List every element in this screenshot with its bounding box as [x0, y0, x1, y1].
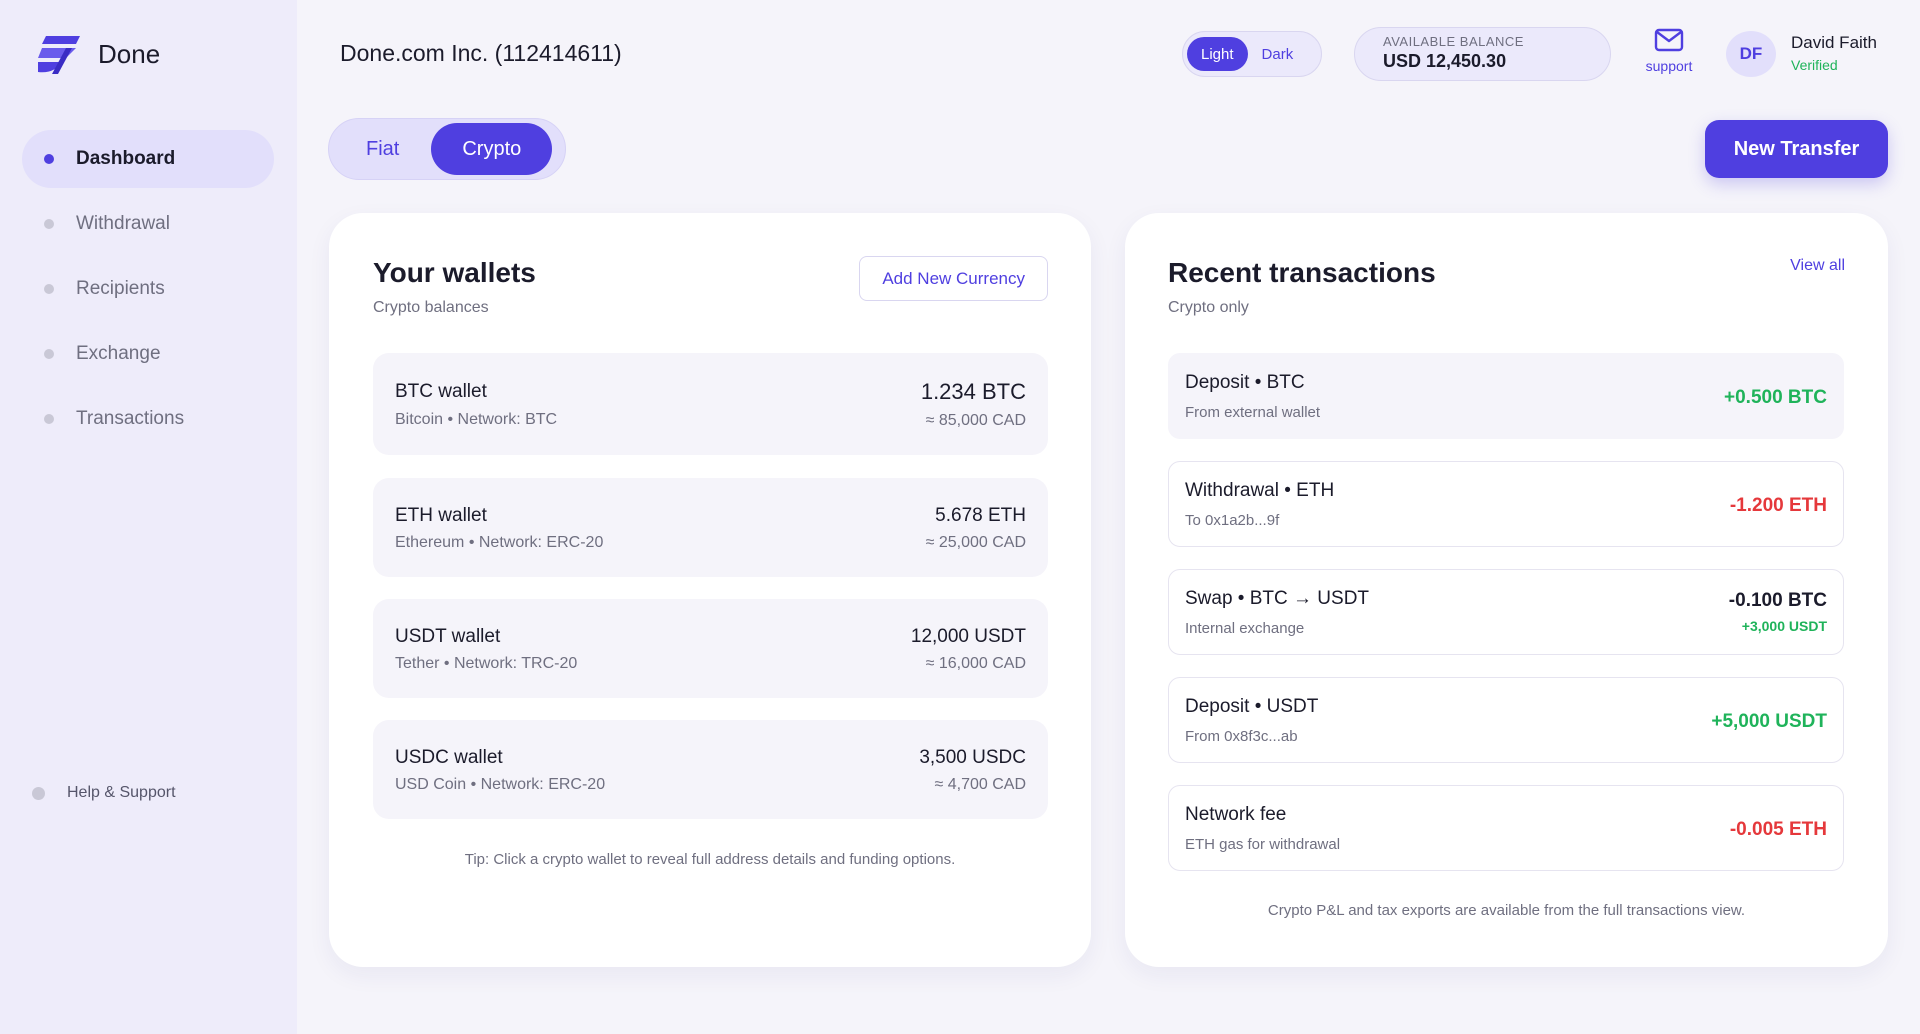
wallet-name: USDC wallet: [395, 747, 503, 768]
sidebar-item-label: Exchange: [76, 343, 161, 364]
transaction-subtitle: Internal exchange: [1185, 620, 1305, 637]
wallet-fiat-value: ≈ 16,000 CAD: [925, 655, 1026, 672]
transaction-amount-secondary: +3,000 USDT: [1741, 618, 1827, 634]
sidebar-item-transactions[interactable]: Transactions: [22, 390, 274, 448]
wallet-fiat-value: ≈ 4,700 CAD: [934, 776, 1027, 793]
theme-light-option[interactable]: Light: [1187, 37, 1248, 71]
transaction-row[interactable]: Withdrawal • ETH To 0x1a2b...9f -1.200 E…: [1168, 461, 1844, 547]
wallets-card: Your wallets Crypto balances Add New Cur…: [329, 213, 1091, 967]
transaction-row[interactable]: Swap • BTC → USDT Internal exchange -0.1…: [1168, 569, 1844, 655]
balance-value: USD 12,450.30: [1383, 51, 1507, 71]
dot-icon: [44, 284, 54, 294]
wallet-usdt[interactable]: USDT wallet Tether • Network: TRC-20 12,…: [373, 599, 1048, 698]
balance-label: AVAILABLE BALANCE: [1383, 34, 1524, 49]
transaction-subtitle: From 0x8f3c...ab: [1185, 728, 1298, 745]
wallet-amount: 12,000 USDT: [910, 626, 1026, 647]
dot-icon: [44, 349, 54, 359]
wallet-fiat-value: ≈ 25,000 CAD: [925, 534, 1026, 551]
wallets-title: Your wallets: [373, 257, 536, 288]
transaction-amount: -0.100 BTC: [1728, 590, 1827, 611]
tab-fiat[interactable]: Fiat: [334, 123, 431, 175]
wallet-name: ETH wallet: [395, 505, 487, 526]
transactions-footnote: Crypto P&L and tax exports are available…: [1267, 902, 1746, 919]
brand-name: Done: [98, 38, 161, 69]
add-new-currency-button[interactable]: Add New Currency: [859, 256, 1048, 301]
wallet-name: USDT wallet: [395, 626, 501, 647]
sidebar-item-label: Dashboard: [76, 148, 176, 169]
available-balance: AVAILABLE BALANCE USD 12,450.30: [1354, 27, 1611, 81]
support-button[interactable]: support: [1640, 28, 1698, 74]
dot-icon: [44, 219, 54, 229]
transaction-amount: -1.200 ETH: [1729, 495, 1827, 516]
wallet-usdc[interactable]: USDC wallet USD Coin • Network: ERC-20 3…: [373, 720, 1048, 819]
wallet-amount: 1.234 BTC: [920, 379, 1026, 404]
wallet-amount: 3,500 USDC: [919, 747, 1026, 768]
sidebar: Done Dashboard Withdrawal Recipients Exc…: [0, 0, 297, 1034]
active-dot-icon: [44, 154, 54, 164]
wallet-fiat-value: ≈ 85,000 CAD: [925, 412, 1026, 429]
sidebar-nav: Dashboard Withdrawal Recipients Exchange…: [22, 130, 274, 455]
transaction-subtitle: From external wallet: [1185, 404, 1321, 421]
help-support-label: Help & Support: [67, 784, 176, 801]
transaction-amount: -0.005 ETH: [1729, 819, 1827, 840]
wallet-eth[interactable]: ETH wallet Ethereum • Network: ERC-20 5.…: [373, 478, 1048, 577]
sidebar-item-label: Recipients: [76, 278, 165, 299]
wallet-name: BTC wallet: [395, 381, 487, 402]
theme-toggle: Light Dark: [1182, 31, 1322, 77]
user-name: David Faith: [1791, 33, 1877, 52]
sidebar-item-dashboard[interactable]: Dashboard: [22, 130, 274, 188]
done-logo-icon: [38, 36, 80, 74]
transaction-title: Deposit • USDT: [1185, 696, 1319, 717]
transaction-subtitle: ETH gas for withdrawal: [1185, 836, 1341, 853]
wallet-btc[interactable]: BTC wallet Bitcoin • Network: BTC 1.234 …: [373, 353, 1048, 455]
sidebar-item-label: Transactions: [76, 408, 185, 429]
transaction-title: Withdrawal • ETH: [1185, 480, 1335, 501]
wallet-meta: Tether • Network: TRC-20: [395, 655, 578, 672]
dot-icon: [44, 414, 54, 424]
view-all-link[interactable]: View all: [1790, 257, 1845, 275]
sidebar-item-withdrawal[interactable]: Withdrawal: [22, 195, 274, 253]
user-status: Verified: [1791, 57, 1838, 73]
mail-icon: [1654, 28, 1684, 52]
avatar[interactable]: DF: [1726, 31, 1776, 77]
wallets-subtitle: Crypto balances: [373, 299, 489, 316]
transaction-subtitle: To 0x1a2b...9f: [1185, 512, 1280, 529]
brand[interactable]: Done: [32, 32, 160, 76]
transactions-card: Recent transactions Crypto only View all…: [1125, 213, 1888, 967]
transaction-row[interactable]: Network fee ETH gas for withdrawal -0.00…: [1168, 785, 1844, 871]
transaction-row[interactable]: Deposit • BTC From external wallet +0.50…: [1168, 353, 1844, 439]
fiat-crypto-switch: Fiat Crypto: [328, 118, 566, 180]
help-support-link[interactable]: Help & Support: [32, 784, 176, 802]
transactions-title: Recent transactions: [1168, 257, 1436, 288]
transaction-row[interactable]: Deposit • USDT From 0x8f3c...ab +5,000 U…: [1168, 677, 1844, 763]
sidebar-item-recipients[interactable]: Recipients: [22, 260, 274, 318]
transaction-title: Deposit • BTC: [1185, 372, 1305, 393]
transaction-title: Swap • BTC → USDT: [1185, 588, 1370, 609]
sidebar-item-exchange[interactable]: Exchange: [22, 325, 274, 383]
company-name: Done.com Inc. (112414611): [340, 40, 622, 66]
wallet-meta: USD Coin • Network: ERC-20: [395, 776, 606, 793]
tab-crypto[interactable]: Crypto: [431, 123, 553, 175]
support-label: support: [1645, 58, 1693, 74]
transaction-amount: +5,000 USDT: [1711, 711, 1827, 732]
transaction-title: Network fee: [1185, 804, 1287, 825]
new-transfer-button[interactable]: New Transfer: [1705, 120, 1888, 178]
transaction-amount: +0.500 BTC: [1724, 387, 1827, 408]
wallets-tip: Tip: Click a crypto wallet to reveal ful…: [464, 851, 956, 868]
wallet-meta: Bitcoin • Network: BTC: [395, 411, 558, 428]
theme-dark-option[interactable]: Dark: [1248, 37, 1308, 71]
wallet-amount: 5.678 ETH: [935, 505, 1026, 526]
sidebar-item-label: Withdrawal: [76, 213, 170, 234]
wallet-meta: Ethereum • Network: ERC-20: [395, 534, 604, 551]
help-dot-icon: [32, 786, 45, 800]
transactions-subtitle: Crypto only: [1168, 299, 1249, 316]
